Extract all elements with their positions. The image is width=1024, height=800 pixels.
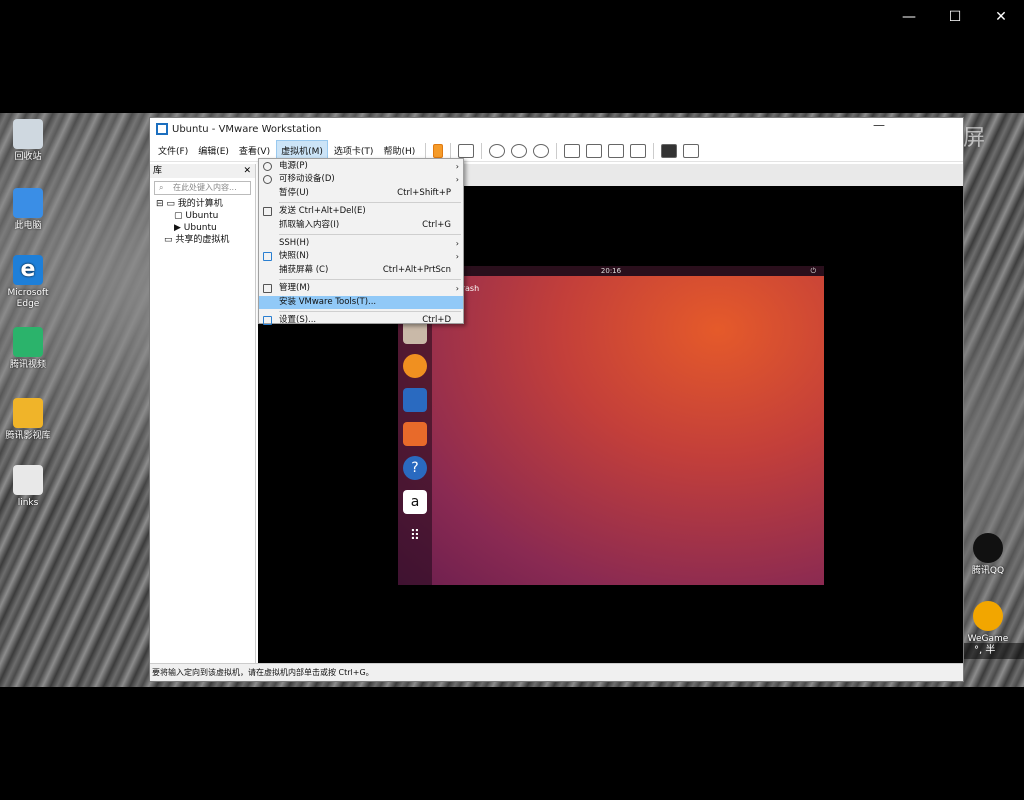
console-view-icon[interactable] — [661, 143, 678, 158]
software-icon[interactable] — [403, 422, 427, 446]
close-button[interactable]: ✕ — [978, 0, 1024, 34]
library-title: 库 — [153, 166, 163, 176]
menu-item-power[interactable]: 电源(P) › — [259, 160, 463, 173]
recycle-bin-icon — [13, 119, 43, 149]
computer-icon — [13, 188, 43, 218]
library-search-input[interactable]: ⌕ 在此处键入内容... — [154, 181, 251, 195]
library-header: 库 ✕ — [150, 164, 255, 178]
stretch-view-icon[interactable] — [683, 143, 700, 158]
menu-separator — [279, 202, 461, 204]
tree-item-shared-vms[interactable]: ▭ 共享的虚拟机 — [156, 234, 255, 246]
vmware-logo-icon — [156, 123, 168, 135]
desktop-icon-label: 此电脑 — [14, 221, 42, 231]
qq-shortcut[interactable]: 腾讯QQ — [960, 533, 1016, 577]
tencent-library-shortcut[interactable]: 腾讯影视库 — [0, 398, 56, 442]
wegame-shortcut[interactable]: WeGame — [960, 601, 1016, 645]
maximize-button[interactable]: ☐ — [932, 0, 978, 34]
desktop-icon-label: 腾讯QQ — [971, 566, 1005, 576]
system-menu-icon[interactable]: ⏻ — [810, 266, 816, 276]
tree-item-vm[interactable]: ▶ Ubuntu — [156, 222, 255, 234]
devices-icon — [263, 175, 272, 185]
desktop-icon-label: 回收站 — [14, 152, 42, 162]
menu-item-snapshot[interactable]: 快照(N) › — [259, 250, 463, 263]
folder-icon — [13, 398, 43, 428]
wegame-icon — [973, 601, 1003, 631]
tencent-video-shortcut[interactable]: 腾讯视频 — [0, 327, 56, 371]
tree-item-vm[interactable]: ▢ Ubuntu — [156, 210, 255, 222]
snapshot-icon[interactable] — [489, 143, 506, 158]
menu-item-capture-screen[interactable]: 捕获屏幕 (C) Ctrl+Alt+PrtScn — [259, 264, 463, 277]
menu-separator — [279, 310, 461, 312]
library-pane: 库 ✕ ⌕ 在此处键入内容... ⊟ ▭ 我的计算机 ▢ Ubuntu ▶ Ub… — [150, 164, 256, 664]
rhythmbox-icon[interactable] — [403, 354, 427, 378]
menu-item-ssh[interactable]: SSH(H) › — [259, 237, 463, 250]
edge-icon: e — [13, 255, 43, 285]
toolbar-separator — [425, 142, 427, 159]
tree-item-my-computer[interactable]: ⊟ ▭ 我的计算机 — [156, 198, 255, 210]
fullscreen-icon[interactable] — [608, 143, 625, 158]
search-placeholder: 在此处键入内容... — [173, 183, 237, 192]
desktop-icon-label: links — [17, 498, 39, 508]
menu-item-manage[interactable]: 管理(M) › — [259, 282, 463, 295]
tencent-video-icon — [13, 327, 43, 357]
amazon-icon[interactable]: a — [403, 490, 427, 514]
keyboard-icon — [263, 207, 272, 217]
desktop-icon-label: 腾讯视频 — [9, 360, 46, 370]
this-pc-shortcut[interactable]: 此电脑 — [0, 188, 56, 232]
menu-item-removable-devices[interactable]: 可移动设备(D) › — [259, 173, 463, 186]
unity-icon[interactable] — [630, 143, 647, 158]
menu-separator — [279, 279, 461, 281]
toolbar-separator — [556, 142, 558, 159]
send-ctrl-alt-del-icon[interactable] — [458, 143, 475, 158]
toolbar-separator — [450, 142, 452, 159]
wrench-icon — [263, 284, 272, 294]
vm-minimize-icon[interactable]: — — [873, 118, 885, 132]
power-icon — [263, 162, 272, 171]
pause-icon[interactable] — [433, 143, 444, 158]
ubuntu-clock[interactable]: 20:16 — [601, 267, 621, 275]
show-apps-icon[interactable]: ⠿ — [403, 524, 427, 548]
thumbnail-view-icon[interactable] — [586, 143, 603, 158]
menu-separator — [279, 233, 461, 235]
desktop-icon-label: 腾讯影视库 — [5, 431, 51, 441]
snapshot-icon — [263, 252, 272, 262]
vmware-title-bar: Ubuntu - VMware Workstation — — [150, 118, 963, 140]
links-shortcut[interactable]: links — [0, 465, 56, 509]
desktop-icon-label: Microsoft Edge — [7, 288, 49, 309]
menu-item-install-vmware-tools[interactable]: 安装 VMware Tools(T)... — [259, 295, 463, 309]
minimize-button[interactable]: — — [886, 0, 932, 34]
revert-snapshot-icon[interactable] — [511, 143, 528, 158]
qq-penguin-icon — [973, 533, 1003, 563]
menu-item-pause[interactable]: 暂停(U) Ctrl+Shift+P — [259, 187, 463, 200]
ime-status-text: °, 半 — [974, 645, 996, 656]
status-text: 要将输入定向到该虚拟机，请在虚拟机内部单击或按 Ctrl+G。 — [152, 668, 374, 677]
search-icon: ⌕ — [159, 183, 164, 192]
help-icon[interactable]: ? — [403, 456, 427, 480]
vm-menu-dropdown: 电源(P) › 可移动设备(D) › 暂停(U) Ctrl+Shift+P 发送 Ct… — [258, 158, 464, 327]
menu-edit[interactable]: 编辑(E) — [194, 141, 233, 160]
window-title: Ubuntu - VMware Workstation — [172, 123, 322, 135]
library-tree: ⊟ ▭ 我的计算机 ▢ Ubuntu ▶ Ubuntu ▭ 共享的虚拟机 — [150, 198, 255, 246]
close-icon[interactable]: ✕ — [243, 164, 251, 178]
toolbar-separator — [481, 142, 483, 159]
menu-file[interactable]: 文件(F) — [154, 141, 192, 160]
settings-icon — [263, 315, 272, 325]
toolbar-separator — [653, 142, 655, 159]
writer-icon[interactable] — [403, 388, 427, 412]
menu-item-send-ctrl-alt-del[interactable]: 发送 Ctrl+Alt+Del(E) — [259, 205, 463, 218]
menu-item-settings[interactable]: 设置(S)... Ctrl+D — [259, 314, 463, 327]
recycle-bin-shortcut[interactable]: 回收站 — [0, 119, 56, 163]
edge-shortcut[interactable]: e Microsoft Edge — [0, 255, 56, 310]
library-view-icon[interactable] — [564, 143, 581, 158]
status-bar: 要将输入定向到该虚拟机，请在虚拟机内部单击或按 Ctrl+G。 — [150, 663, 963, 681]
menu-item-grab-input[interactable]: 抓取输入内容(I) Ctrl+G — [259, 219, 463, 232]
snapshot-manager-icon[interactable] — [533, 143, 550, 158]
player-window-controls: — ☐ ✕ — [874, 0, 1024, 34]
links-icon — [13, 465, 43, 495]
